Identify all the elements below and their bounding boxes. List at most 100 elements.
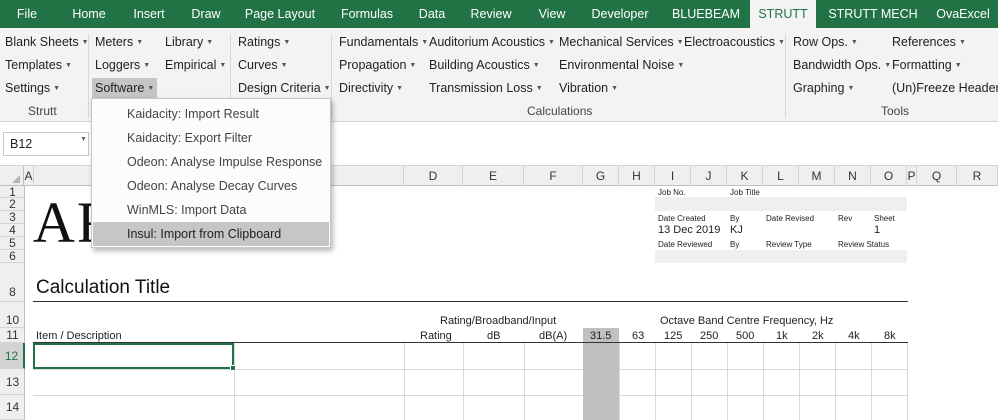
job-title-label: Job Title	[730, 188, 760, 197]
tab-strutt-mech[interactable]: STRUTT MECH	[825, 0, 921, 28]
row-header-11[interactable]: 11	[0, 328, 25, 343]
graphing-label: Graphing	[793, 81, 845, 95]
column-header-l[interactable]: L	[763, 166, 799, 186]
tab-strutt[interactable]: STRUTT	[750, 0, 816, 28]
active-cell-b12[interactable]	[33, 343, 234, 369]
column-header-f[interactable]: F	[524, 166, 583, 186]
building-acoustics-button[interactable]: Building Acoustics ▼	[429, 55, 540, 76]
menu-item-winmls-import-data[interactable]: WinMLS: Import Data	[93, 198, 329, 222]
tab-page-layout[interactable]: Page Layout	[240, 0, 320, 28]
electroacoustics-button[interactable]: Electroacoustics ▼	[684, 32, 785, 53]
column-header-k[interactable]: K	[727, 166, 763, 186]
column-header-g[interactable]: G	[583, 166, 619, 186]
templates-button[interactable]: Templates ▼	[5, 55, 72, 76]
row-ops-label: Row Ops.	[793, 35, 848, 49]
formatting-button[interactable]: Formatting ▼	[892, 55, 962, 76]
tab-home[interactable]: Home	[62, 0, 116, 28]
row-header-12[interactable]: 12	[0, 343, 25, 369]
rating-col-header: Rating	[420, 330, 452, 342]
column-header-o[interactable]: O	[871, 166, 907, 186]
column-header-h[interactable]: H	[619, 166, 655, 186]
auditorium-acoustics-button[interactable]: Auditorium Acoustics ▼	[429, 32, 555, 53]
column-header-q[interactable]: Q	[917, 166, 957, 186]
settings-button[interactable]: Settings ▼	[5, 78, 60, 99]
date-created-value: 13 Dec 2019	[658, 224, 721, 236]
row-header-6[interactable]: 6	[0, 250, 25, 263]
chevron-down-icon: ▼	[64, 62, 72, 69]
column-header-i[interactable]: I	[655, 166, 691, 186]
column-header-d[interactable]: D	[404, 166, 463, 186]
menu-item-kaidacity-import-result[interactable]: Kaidacity: Import Result	[93, 102, 329, 126]
gridline	[799, 343, 800, 420]
tab-ovaexcel[interactable]: OvaExcel	[930, 0, 996, 28]
title-rule	[33, 301, 908, 302]
curves-button[interactable]: Curves ▼	[238, 55, 288, 76]
row-header-8[interactable]: 8	[0, 263, 25, 302]
ratings-button[interactable]: Ratings ▼	[238, 32, 290, 53]
menu-item-odeon-analyse-decay-curves[interactable]: Odeon: Analyse Decay Curves	[93, 174, 329, 198]
tab-formulas[interactable]: Formulas	[333, 0, 401, 28]
environmental-noise-button[interactable]: Environmental Noise ▼	[559, 55, 684, 76]
date-created-label: Date Created	[658, 214, 706, 223]
by-reviewed-label: By	[730, 240, 740, 249]
references-label: References	[892, 35, 956, 49]
graphing-button[interactable]: Graphing ▼	[793, 78, 854, 99]
tab-view[interactable]: View	[530, 0, 574, 28]
fill-handle[interactable]	[230, 365, 236, 371]
gridline	[691, 343, 692, 420]
library-button[interactable]: Library ▼	[165, 32, 213, 53]
chevron-down-icon: ▼	[535, 85, 543, 92]
tab-data[interactable]: Data	[411, 0, 453, 28]
gridline	[33, 369, 908, 370]
software-button[interactable]: Software ▼	[92, 78, 158, 99]
column-header-r[interactable]: R	[957, 166, 998, 186]
tab-insert[interactable]: Insert	[124, 0, 174, 28]
chevron-down-icon[interactable]: ▼	[80, 136, 87, 143]
unfreeze-headers-button[interactable]: (Un)Freeze Headers	[892, 78, 998, 99]
design-criteria-button[interactable]: Design Criteria ▼	[238, 78, 331, 99]
row-headers: 1 2 3 4 5 6 8 10 11 12 13 14	[0, 186, 25, 420]
propagation-button[interactable]: Propagation ▼	[339, 55, 416, 76]
row-header-13[interactable]: 13	[0, 369, 25, 395]
vibration-button[interactable]: Vibration ▼	[559, 78, 618, 99]
gridline	[524, 343, 525, 420]
row-ops-button[interactable]: Row Ops. ▼	[793, 32, 858, 53]
band-31-5-header: 31.5	[590, 330, 612, 342]
directivity-button[interactable]: Directivity ▼	[339, 78, 403, 99]
column-header-j[interactable]: J	[691, 166, 727, 186]
chevron-down-icon: ▼	[532, 62, 540, 69]
column-header-e[interactable]: E	[463, 166, 524, 186]
fundamentals-button[interactable]: Fundamentals ▼	[339, 32, 428, 53]
gridline	[871, 343, 872, 420]
menu-item-odeon-analyse-impulse-response[interactable]: Odeon: Analyse Impulse Response	[93, 150, 329, 174]
bandwidth-ops-button[interactable]: Bandwidth Ops. ▼	[793, 55, 891, 76]
tab-developer[interactable]: Developer	[584, 0, 656, 28]
mechanical-services-button[interactable]: Mechanical Services ▼	[559, 32, 684, 53]
band-4k-header: 4k	[848, 330, 860, 342]
tab-file[interactable]: File	[8, 0, 46, 28]
select-all-corner[interactable]	[0, 166, 24, 186]
row-header-14[interactable]: 14	[0, 395, 25, 420]
menu-item-kaidacity-export-filter[interactable]: Kaidacity: Export Filter	[93, 126, 329, 150]
loggers-button[interactable]: Loggers ▼	[95, 55, 150, 76]
blank-sheets-button[interactable]: Blank Sheets ▼	[5, 32, 89, 53]
gridline	[619, 343, 620, 420]
column-header-p[interactable]: P	[907, 166, 917, 186]
software-label: Software	[95, 81, 145, 95]
references-button[interactable]: References ▼	[892, 32, 966, 53]
empirical-button[interactable]: Empirical ▼	[165, 55, 226, 76]
chevron-down-icon: ▼	[396, 85, 404, 92]
tab-bluebeam[interactable]: BLUEBEAM	[666, 0, 746, 28]
column-header-a[interactable]: A	[24, 166, 34, 186]
row-header-10[interactable]: 10	[0, 302, 25, 328]
column-header-m[interactable]: M	[799, 166, 835, 186]
name-box[interactable]: B12	[3, 132, 89, 156]
meters-button[interactable]: Meters ▼	[95, 32, 143, 53]
column-header-n[interactable]: N	[835, 166, 871, 186]
tab-review[interactable]: Review	[463, 0, 519, 28]
chevron-down-icon: ▼	[409, 62, 417, 69]
gridline	[763, 343, 764, 420]
menu-item-insul-import-from-clipboard[interactable]: Insul: Import from Clipboard	[93, 222, 329, 246]
transmission-loss-button[interactable]: Transmission Loss ▼	[429, 78, 543, 99]
tab-draw[interactable]: Draw	[184, 0, 228, 28]
